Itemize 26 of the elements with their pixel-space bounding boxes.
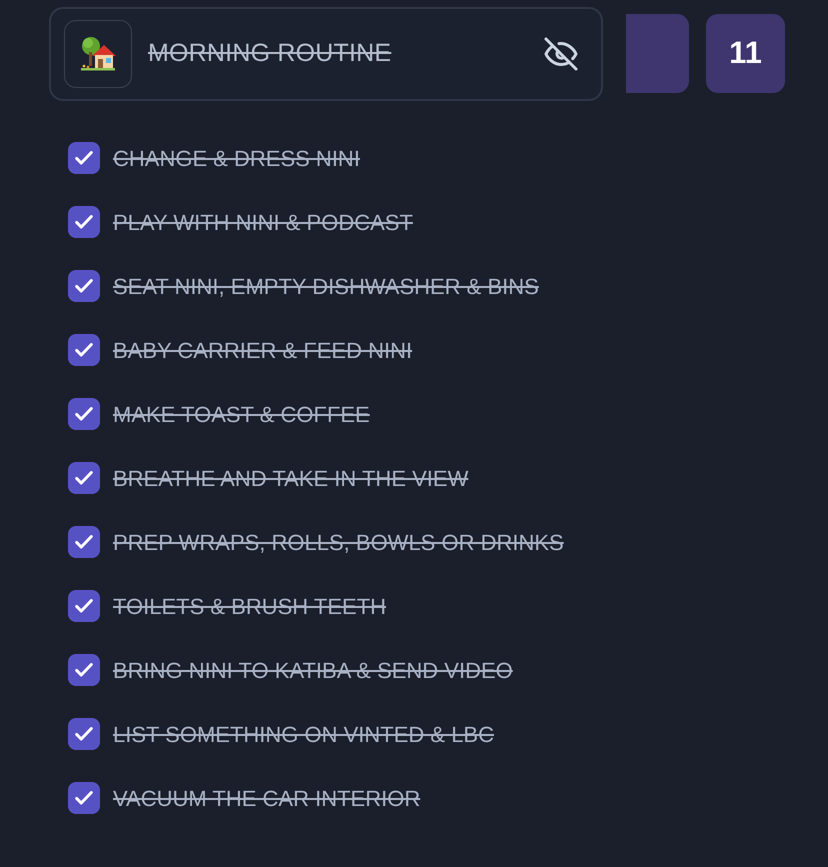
checkbox[interactable] bbox=[68, 142, 100, 174]
task-label: VACUUM THE CAR INTERIOR bbox=[113, 784, 420, 812]
eye-off-icon bbox=[543, 36, 579, 72]
checkbox[interactable] bbox=[68, 206, 100, 238]
routine-title: MORNING ROUTINE bbox=[148, 38, 392, 70]
task-label: MAKE TOAST & COFFEE bbox=[113, 400, 370, 428]
checkbox[interactable] bbox=[68, 590, 100, 622]
checkbox[interactable] bbox=[68, 718, 100, 750]
task-label: BRING NINI TO KATIBA & SEND VIDEO bbox=[113, 656, 513, 684]
task-label: PREP WRAPS, ROLLS, BOWLS OR DRINKS bbox=[113, 528, 564, 556]
checkbox[interactable] bbox=[68, 334, 100, 366]
task-label: BREATHE AND TAKE IN THE VIEW bbox=[113, 464, 468, 492]
task-label: TOILETS & BRUSH TEETH bbox=[113, 592, 386, 620]
task-label: PLAY WITH NINI & PODCAST bbox=[113, 208, 413, 236]
checkbox[interactable] bbox=[68, 654, 100, 686]
task-label: BABY CARRIER & FEED NINI bbox=[113, 336, 412, 364]
task-label: LIST SOMETHING ON VINTED & LBC bbox=[113, 720, 494, 748]
count-button[interactable]: 11 bbox=[706, 14, 785, 93]
checkbox[interactable] bbox=[68, 526, 100, 558]
hide-button[interactable] bbox=[543, 36, 579, 72]
checkbox[interactable] bbox=[68, 398, 100, 430]
checkbox[interactable] bbox=[68, 270, 100, 302]
checkbox[interactable] bbox=[68, 462, 100, 494]
task-label: SEAT NINI, EMPTY DISHWASHER & BINS bbox=[113, 272, 539, 300]
task-label: CHANGE & DRESS NINI bbox=[113, 144, 360, 172]
checkbox[interactable] bbox=[68, 782, 100, 814]
